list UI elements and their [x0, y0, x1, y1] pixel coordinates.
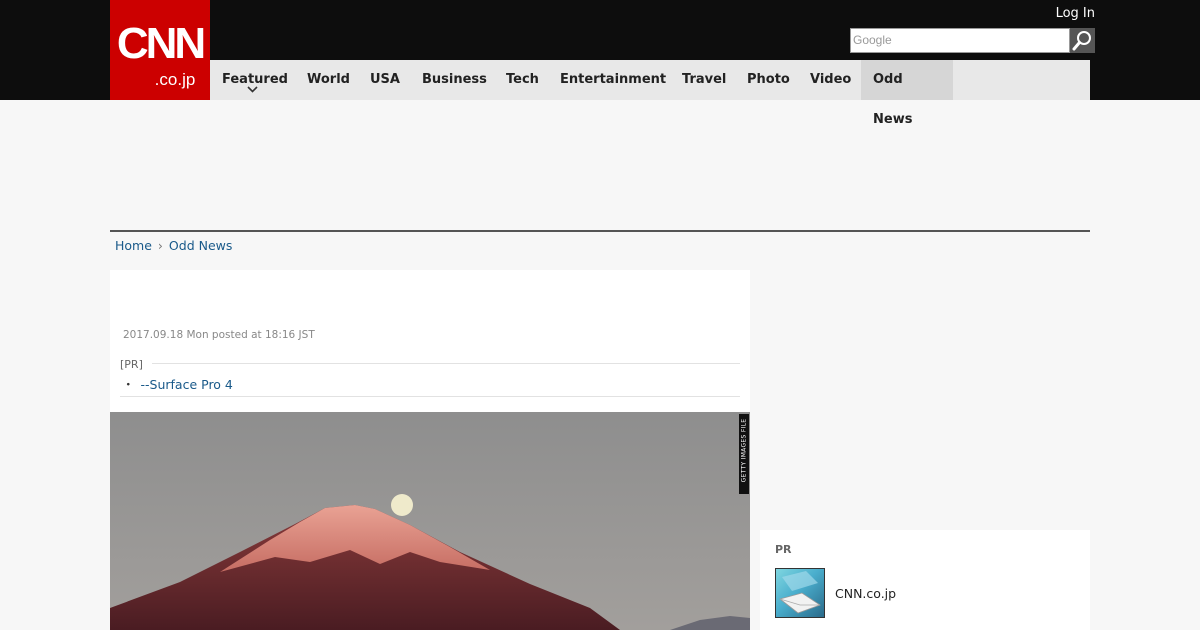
nav-business[interactable]: Business: [410, 60, 499, 100]
chevron-right-icon: ›: [157, 238, 163, 253]
breadcrumb-current[interactable]: Odd News: [169, 238, 232, 253]
nav-odd-news[interactable]: Odd News: [861, 60, 953, 127]
pr-thumbnail[interactable]: [775, 568, 825, 618]
cnn-logo[interactable]: CNN .co.jp: [110, 0, 210, 100]
nav-photo[interactable]: Photo: [735, 60, 802, 100]
post-date: 2017.09.18 Mon posted at 18:16 JST: [123, 329, 315, 341]
search-input[interactable]: Google: [850, 28, 1070, 53]
nav-usa[interactable]: USA: [358, 60, 412, 100]
breadcrumb: Home › Odd News: [115, 238, 232, 253]
envelope-icon: [779, 571, 821, 614]
bullet-icon: ・: [122, 377, 135, 392]
logo-subtext: .co.jp: [154, 70, 196, 89]
pr-link[interactable]: ・ --Surface Pro 4: [122, 374, 233, 393]
logo-text: CNN: [116, 19, 206, 68]
photo-credit-text: GETTY IMAGES FILE: [740, 418, 748, 483]
photo-credit: GETTY IMAGES FILE: [739, 414, 749, 494]
main-nav: Featured World USA Business Tech Enterta…: [210, 60, 1090, 127]
chevron-down-icon[interactable]: [247, 86, 258, 93]
pr-divider-bottom: [120, 396, 740, 397]
nav-featured[interactable]: Featured: [210, 60, 300, 100]
nav-video[interactable]: Video: [798, 60, 863, 100]
pr-item-name[interactable]: CNN.co.jp: [835, 586, 896, 601]
pr-label: [PR]: [120, 358, 143, 371]
pr-link-text[interactable]: --Surface Pro 4: [141, 377, 233, 392]
search-icon: [1072, 31, 1091, 51]
nav-tech[interactable]: Tech: [494, 60, 551, 100]
breadcrumb-home[interactable]: Home: [115, 238, 152, 253]
article-photo: GETTY IMAGES FILE: [110, 412, 750, 630]
nav-world[interactable]: World: [295, 60, 362, 100]
sidebar-pr-label: PR: [775, 543, 792, 556]
nav-travel[interactable]: Travel: [670, 60, 738, 100]
sidebar-pr-card: PR CNN.co.jp: [760, 530, 1090, 630]
nav-entertainment[interactable]: Entertainment: [548, 60, 678, 100]
ad-divider: [110, 230, 1090, 232]
search-button[interactable]: [1070, 28, 1095, 53]
mount-fuji-photo: [110, 412, 750, 630]
pr-divider: [152, 363, 740, 364]
article-card: 2017.09.18 Mon posted at 18:16 JST [PR] …: [110, 270, 750, 630]
login-link[interactable]: Log In: [1056, 6, 1095, 21]
